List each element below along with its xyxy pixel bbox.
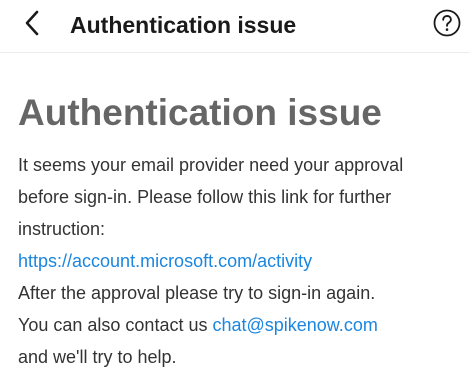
microsoft-activity-link[interactable]: https://account.microsoft.com/activity	[18, 251, 312, 271]
page-title: Authentication issue	[70, 12, 297, 38]
approval-text: After the approval please try to sign-in…	[18, 283, 376, 303]
chevron-left-icon	[23, 10, 41, 41]
contact-prefix: You can also contact us	[18, 315, 213, 335]
message-line-2: before sign-in. Please follow this link …	[18, 187, 392, 207]
top-bar: Authentication issue	[0, 0, 470, 53]
contact-line: You can also contact us chat@spikenow.co…	[18, 309, 452, 341]
help-circle-icon	[433, 9, 461, 42]
closing-text: and we'll try to help.	[18, 347, 177, 367]
content-area: Authentication issue It seems your email…	[0, 91, 470, 373]
support-email-link[interactable]: chat@spikenow.com	[212, 315, 377, 335]
help-button[interactable]	[432, 9, 462, 42]
main-heading: Authentication issue	[18, 92, 382, 133]
message-line-3: instruction:	[18, 219, 106, 239]
back-button[interactable]	[18, 9, 46, 41]
message-body: It seems your email provider need your a…	[18, 149, 452, 373]
message-line-1: It seems your email provider need your a…	[18, 155, 404, 175]
